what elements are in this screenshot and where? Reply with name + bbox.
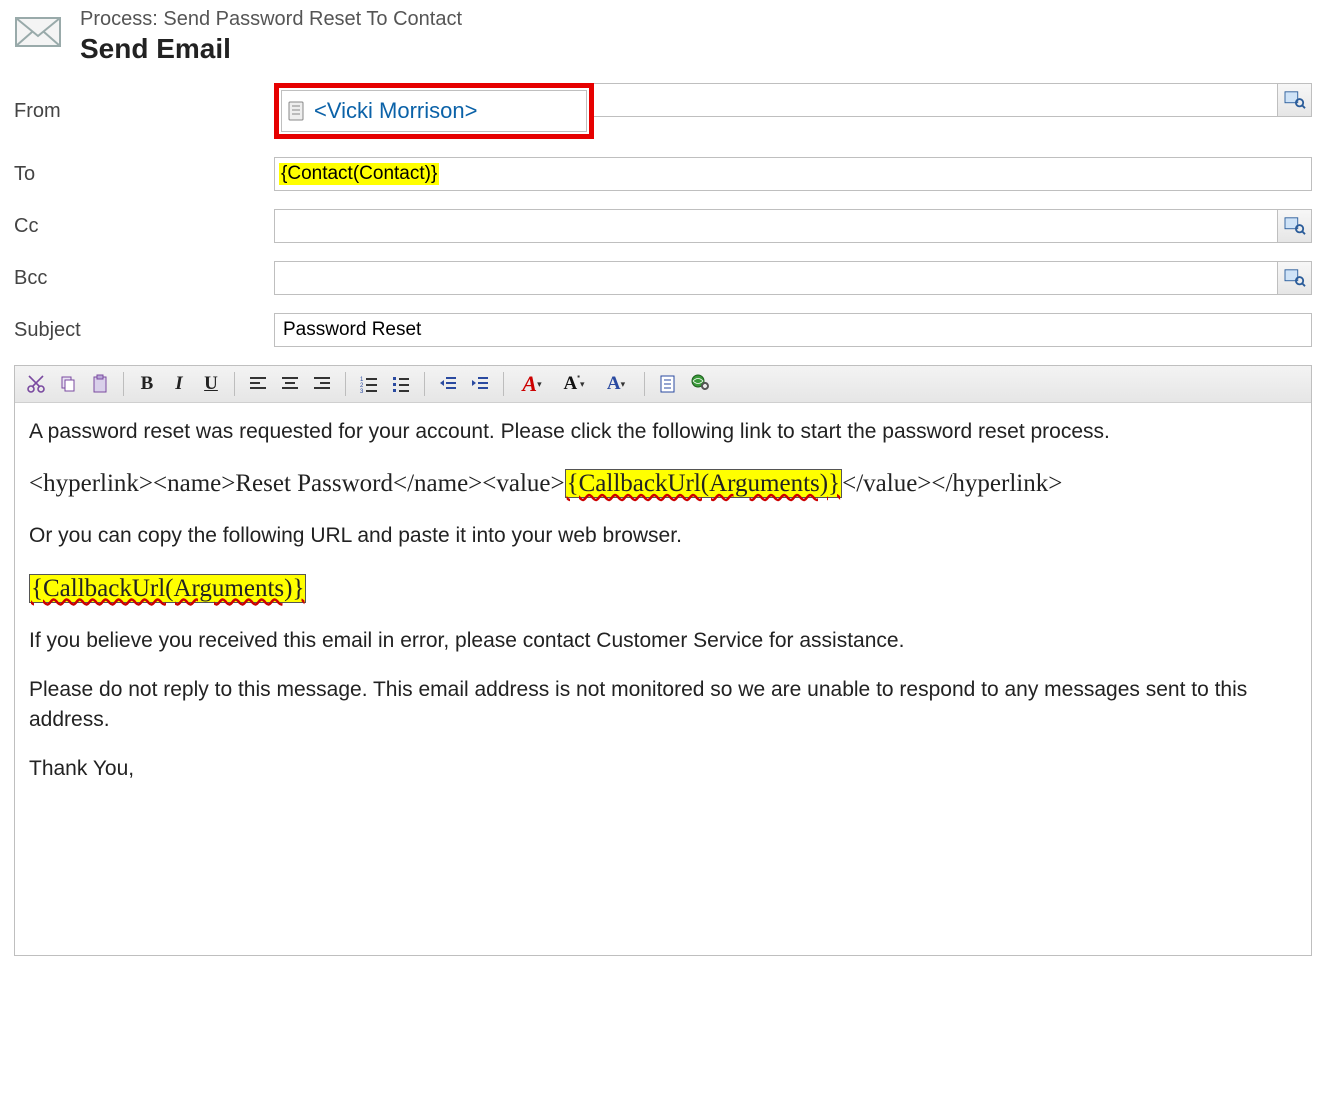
rich-text-editor: B I U 123 A▾ A▪▾ A▾ A password reset was…: [14, 365, 1312, 956]
bcc-label: Bcc: [14, 267, 274, 290]
toolbar-separator: [123, 372, 124, 396]
subject-label: Subject: [14, 319, 274, 342]
editor-body: A password reset was requested for your …: [15, 403, 1311, 955]
bcc-lookup-button[interactable]: [1278, 261, 1312, 295]
toolbar-separator: [345, 372, 346, 396]
page-title: Send Email: [80, 33, 462, 65]
editor-content[interactable]: A password reset was requested for your …: [15, 403, 1311, 955]
callback-token: {CallbackUrl(Arguments)}: [29, 574, 306, 603]
svg-text:3: 3: [360, 389, 364, 394]
record-icon: [286, 100, 308, 122]
insert-field-button[interactable]: [653, 370, 683, 398]
from-lookup-button[interactable]: [1278, 83, 1312, 117]
font-size-button[interactable]: A▾: [596, 370, 636, 398]
cc-field[interactable]: [274, 209, 1278, 243]
markup-text: </name><value>: [393, 470, 565, 497]
callback-token: {CallbackUrl(Arguments)}: [565, 469, 842, 498]
cc-lookup-button[interactable]: [1278, 209, 1312, 243]
align-left-button[interactable]: [243, 370, 273, 398]
unordered-list-button[interactable]: [386, 370, 416, 398]
process-label: Process: Send Password Reset To Contact: [80, 8, 462, 31]
header-text: Process: Send Password Reset To Contact …: [80, 8, 462, 65]
body-paragraph: Thank You,: [29, 754, 1293, 783]
body-paragraph: Please do not reply to this message. Thi…: [29, 675, 1293, 734]
paste-button[interactable]: [85, 370, 115, 398]
toolbar-separator: [644, 372, 645, 396]
to-row: To {Contact(Contact)}: [14, 157, 1312, 191]
copy-button[interactable]: [53, 370, 83, 398]
subject-field[interactable]: [274, 313, 1312, 347]
from-value: <Vicki Morrison>: [314, 98, 477, 124]
hyperlink-markup-line: <hyperlink><name>Reset Password</name><v…: [29, 466, 1293, 501]
italic-button[interactable]: I: [164, 370, 194, 398]
markup-text: </value></hyperlink>: [842, 470, 1062, 497]
token-line: {CallbackUrl(Arguments)}: [29, 571, 1293, 606]
body-paragraph: A password reset was requested for your …: [29, 417, 1293, 446]
align-right-button[interactable]: [307, 370, 337, 398]
form-header: Process: Send Password Reset To Contact …: [14, 8, 1312, 65]
cut-button[interactable]: [21, 370, 51, 398]
from-highlight-box: <Vicki Morrison>: [274, 83, 594, 139]
body-paragraph: Or you can copy the following URL and pa…: [29, 521, 1293, 550]
insert-hyperlink-button[interactable]: [685, 370, 715, 398]
highlight-color-button[interactable]: A▪▾: [554, 370, 594, 398]
editor-toolbar: B I U 123 A▾ A▪▾ A▾: [15, 366, 1311, 403]
from-label: From: [14, 100, 274, 123]
to-token: {Contact(Contact)}: [279, 163, 439, 185]
outdent-button[interactable]: [433, 370, 463, 398]
subject-row: Subject: [14, 313, 1312, 347]
toolbar-separator: [424, 372, 425, 396]
toolbar-separator: [503, 372, 504, 396]
to-label: To: [14, 163, 274, 186]
underline-button[interactable]: U: [196, 370, 226, 398]
toolbar-separator: [234, 372, 235, 396]
from-field-extra[interactable]: [594, 83, 1278, 117]
font-color-button[interactable]: A▾: [512, 370, 552, 398]
markup-text: <hyperlink><name>: [29, 470, 235, 497]
from-row: From <Vicki Morrison>: [14, 83, 1312, 139]
markup-text: Reset Password: [235, 470, 393, 497]
bcc-row: Bcc: [14, 261, 1312, 295]
align-center-button[interactable]: [275, 370, 305, 398]
ordered-list-button[interactable]: 123: [354, 370, 384, 398]
cc-row: Cc: [14, 209, 1312, 243]
bold-button[interactable]: B: [132, 370, 162, 398]
to-field[interactable]: {Contact(Contact)}: [274, 157, 1312, 191]
body-paragraph: If you believe you received this email i…: [29, 626, 1293, 655]
mail-icon: [14, 12, 62, 52]
indent-button[interactable]: [465, 370, 495, 398]
from-field[interactable]: <Vicki Morrison>: [281, 90, 587, 132]
bcc-field[interactable]: [274, 261, 1278, 295]
cc-label: Cc: [14, 215, 274, 238]
